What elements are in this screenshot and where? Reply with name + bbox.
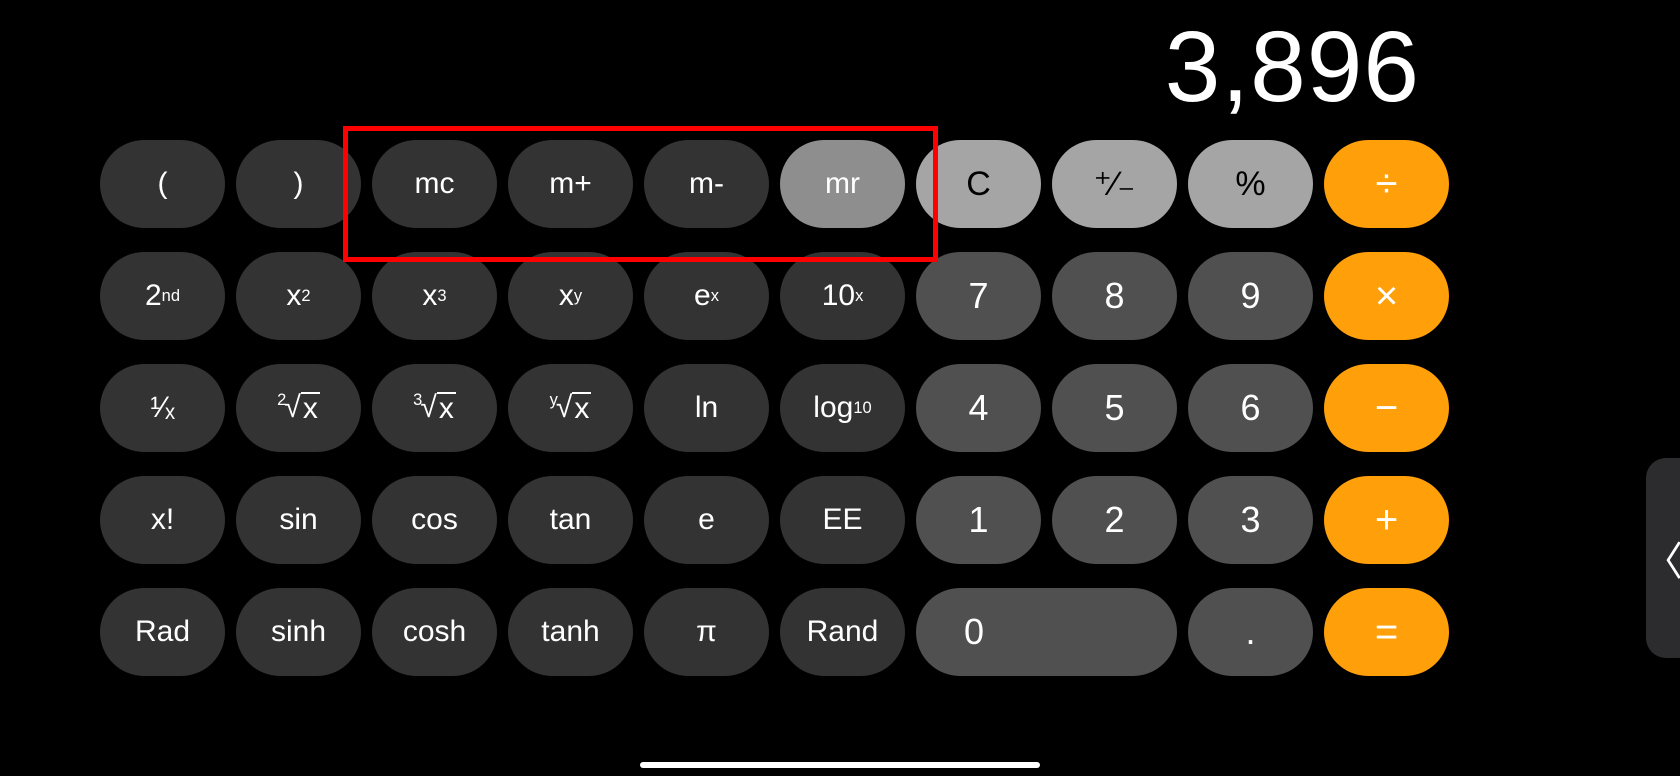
side-handle[interactable]: 〈 xyxy=(1646,458,1680,658)
home-indicator[interactable] xyxy=(640,762,1040,768)
equals-button[interactable]: = xyxy=(1324,588,1449,676)
chevron-left-icon: 〈 xyxy=(1643,529,1680,587)
factorial-button[interactable]: x! xyxy=(100,476,225,564)
zero-button[interactable]: 0 xyxy=(916,588,1177,676)
rad-button[interactable]: Rad xyxy=(100,588,225,676)
ten-power-x-button[interactable]: 10x xyxy=(780,252,905,340)
x-cubed-button[interactable]: x3 xyxy=(372,252,497,340)
eight-button[interactable]: 8 xyxy=(1052,252,1177,340)
ee-button[interactable]: EE xyxy=(780,476,905,564)
log10-button[interactable]: log10 xyxy=(780,364,905,452)
sinh-button[interactable]: sinh xyxy=(236,588,361,676)
ln-button[interactable]: ln xyxy=(644,364,769,452)
paren-close-button[interactable]: ) xyxy=(236,140,361,228)
x-power-y-button[interactable]: xy xyxy=(508,252,633,340)
sqrt-button[interactable]: 2√x xyxy=(236,364,361,452)
button-grid: ()mcm+m-mrC⁺∕₋%÷ 2ndx2x3xyex10x789× ¹⁄ₓ2√x… xyxy=(100,140,1449,676)
three-button[interactable]: 3 xyxy=(1188,476,1313,564)
nine-button[interactable]: 9 xyxy=(1188,252,1313,340)
m-plus-button[interactable]: m+ xyxy=(508,140,633,228)
tanh-button[interactable]: tanh xyxy=(508,588,633,676)
sin-button[interactable]: sin xyxy=(236,476,361,564)
cosh-button[interactable]: cosh xyxy=(372,588,497,676)
reciprocal-button[interactable]: ¹⁄ₓ xyxy=(100,364,225,452)
clear-button[interactable]: C xyxy=(916,140,1041,228)
divide-button[interactable]: ÷ xyxy=(1324,140,1449,228)
rand-button[interactable]: Rand xyxy=(780,588,905,676)
second-button[interactable]: 2nd xyxy=(100,252,225,340)
minus-button[interactable]: − xyxy=(1324,364,1449,452)
four-button[interactable]: 4 xyxy=(916,364,1041,452)
decimal-button[interactable]: . xyxy=(1188,588,1313,676)
tan-button[interactable]: tan xyxy=(508,476,633,564)
m-minus-button[interactable]: m- xyxy=(644,140,769,228)
cbrt-button[interactable]: 3√x xyxy=(372,364,497,452)
mc-button[interactable]: mc xyxy=(372,140,497,228)
cos-button[interactable]: cos xyxy=(372,476,497,564)
mr-button[interactable]: mr xyxy=(780,140,905,228)
calculator-app: 3,896 ()mcm+m-mrC⁺∕₋%÷ 2ndx2x3xyex10x789×… xyxy=(0,0,1680,776)
percent-button[interactable]: % xyxy=(1188,140,1313,228)
seven-button[interactable]: 7 xyxy=(916,252,1041,340)
x-squared-button[interactable]: x2 xyxy=(236,252,361,340)
pi-button[interactable]: π xyxy=(644,588,769,676)
two-button[interactable]: 2 xyxy=(1052,476,1177,564)
yroot-button[interactable]: y√x xyxy=(508,364,633,452)
one-button[interactable]: 1 xyxy=(916,476,1041,564)
display-value: 3,896 xyxy=(220,10,1420,125)
six-button[interactable]: 6 xyxy=(1188,364,1313,452)
e-power-x-button[interactable]: ex xyxy=(644,252,769,340)
sign-button[interactable]: ⁺∕₋ xyxy=(1052,140,1177,228)
multiply-button[interactable]: × xyxy=(1324,252,1449,340)
e-button[interactable]: e xyxy=(644,476,769,564)
paren-open-button[interactable]: ( xyxy=(100,140,225,228)
plus-button[interactable]: + xyxy=(1324,476,1449,564)
five-button[interactable]: 5 xyxy=(1052,364,1177,452)
